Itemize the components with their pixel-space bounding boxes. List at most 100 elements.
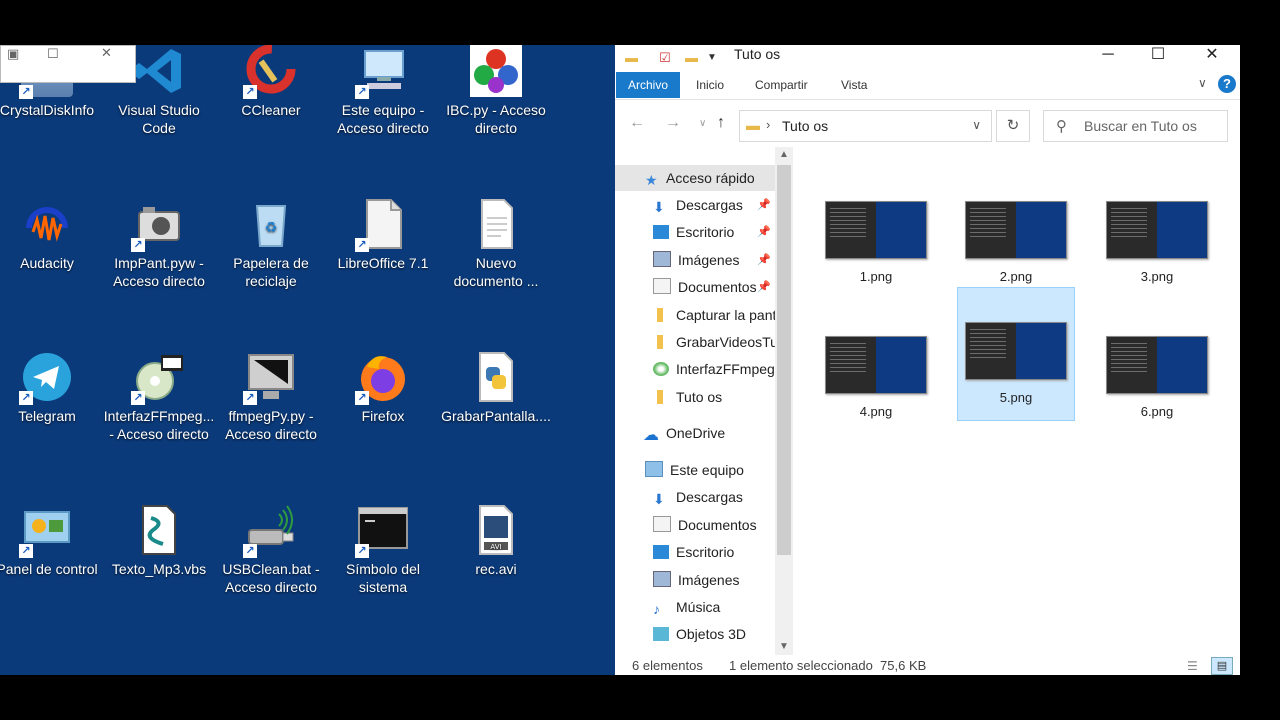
desktop-icon-ccleaner[interactable]: ↗ CCleaner [215,45,327,119]
desktop-icon-simbolo-sistema[interactable]: ↗ Símbolo del sistema [327,504,439,596]
desktop-folder-icon [653,545,669,559]
desktop-icon-nuevo-documento[interactable]: Nuevo documento ... [440,198,552,290]
pin-icon: 📌 [757,281,771,293]
expand-ribbon-icon[interactable]: ∨ [1198,76,1207,90]
scroll-down-icon[interactable]: ▼ [775,639,793,655]
desktop-icon-papelera[interactable]: ♻ Papelera de reciclaje [215,198,327,290]
file-item[interactable]: 6.png [1098,322,1216,454]
desktop-icon-ibc[interactable]: IBC.py - Acceso directo [440,45,552,137]
nav-grabarvideos[interactable]: GrabarVideosTut [615,329,775,355]
nav-pc-imagenes[interactable]: Imágenes [615,567,775,593]
minimize-button[interactable]: ─ [1082,45,1134,71]
ribbon: Archivo Inicio Compartir Vista ∨ ? [615,71,1240,100]
nav-imagenes[interactable]: Imágenes 📌 [615,247,775,273]
nav-acceso-rapido[interactable]: ★ Acceso rápido [615,165,775,191]
file-name: 6.png [1140,404,1174,419]
address-dropdown-icon[interactable]: ∨ [972,118,981,132]
tab-vista[interactable]: Vista [829,72,879,98]
desktop-icon-ffmpegpy[interactable]: ↗ ffmpegPy.py - Acceso directo [215,351,327,443]
nav-label: Documentos [678,279,757,295]
address-bar[interactable]: ▬ › Tuto os ∨ [739,110,992,142]
minimized-window-fragment[interactable]: ▣ ☐ ✕ [0,45,136,83]
status-selection: 1 elemento seleccionado 75,6 KB [729,658,927,673]
tab-compartir[interactable]: Compartir [743,72,820,98]
nav-pc-escritorio[interactable]: Escritorio [615,539,775,565]
shortcut-arrow-icon: ↗ [19,544,33,558]
refresh-button[interactable]: ↻ [996,110,1030,142]
quick-access-dropdown-icon[interactable]: ▼ [707,52,717,63]
desktop-icon-rec-avi[interactable]: AVI rec.avi [440,504,552,578]
close-icon[interactable]: ✕ [101,45,112,61]
image-thumbnail [965,322,1067,380]
up-icon[interactable]: ↑ [717,114,725,132]
maximize-icon[interactable]: ☐ [47,46,59,62]
tab-inicio[interactable]: Inicio [684,72,736,98]
nav-pc-musica[interactable]: ♪ Música [615,594,775,620]
search-icon: ⚲ [1056,118,1067,135]
nav-pc-objetos3d[interactable]: Objetos 3D [615,621,775,647]
file-item[interactable]: 3.png [1098,187,1216,319]
search-input[interactable] [1082,117,1226,135]
close-button[interactable]: ✕ [1186,45,1238,71]
desktop-icon-label: Texto_Mp3.vbs [111,561,207,577]
nav-pc-documentos[interactable]: Documentos [615,512,775,538]
nav-onedrive[interactable]: ☁ OneDrive [615,420,775,446]
new-folder-icon[interactable]: ▬ [685,50,698,65]
help-icon[interactable]: ? [1218,75,1236,93]
nav-documentos[interactable]: Documentos 📌 [615,274,775,300]
nav-este-equipo[interactable]: Este equipo [615,457,775,483]
tab-archivo[interactable]: Archivo [616,72,681,98]
pictures-icon [653,571,671,587]
file-item[interactable]: 4.png [817,322,935,454]
desktop-icon-label: Telegram [18,408,76,424]
pin-icon: 📌 [757,199,771,211]
desktop-icon-label: CrystalDiskInfo [0,102,95,118]
desktop-icon-grabarpantalla[interactable]: GrabarPantalla.... [440,351,552,425]
scroll-thumb[interactable] [777,165,791,555]
back-icon[interactable]: ← [629,114,645,132]
desktop: ↗ CrystalDiskInfo Visual Studio Code ↗ C… [0,45,615,675]
desktop-icon-imppant[interactable]: ↗ ImpPant.pyw - Acceso directo [103,198,215,290]
forward-icon[interactable]: → [665,114,681,132]
desktop-icon-firefox[interactable]: ↗ Firefox [327,351,439,425]
search-box[interactable]: ⚲ [1043,110,1228,142]
terminal-icon: ↗ [355,504,409,558]
nav-label: Escritorio [676,224,735,240]
recent-dropdown-icon[interactable]: ∨ [699,118,706,129]
desktop-icon-panel-de-control[interactable]: ↗ Panel de control [0,504,103,578]
shortcut-arrow-icon: ↗ [243,544,257,558]
maximize-button[interactable]: ☐ [1132,45,1184,71]
desktop-icon-usbclean[interactable]: ↗ USBClean.bat - Acceso directo [215,504,327,596]
desktop-icon-label: Firefox [361,408,405,424]
nav-tuto-os[interactable]: Tuto os [615,384,775,410]
nav-label: OneDrive [666,425,726,441]
nav-pc-descargas[interactable]: ⬇ Descargas [615,484,775,510]
desktop-icon-label: Nuevo documento ... [453,255,539,289]
details-view-icon[interactable]: ☰ [1187,659,1198,673]
file-item[interactable]: 1.png [817,187,935,319]
python-file-icon [470,351,522,403]
nav-label: Escritorio [676,544,735,560]
nav-scrollbar[interactable]: ▲ ▼ [775,147,793,655]
desktop-icon-este-equipo[interactable]: ↗ Este equipo - Acceso directo [327,45,439,137]
nav-label: Acceso rápido [666,170,755,186]
file-item-selected[interactable]: 5.png [957,287,1075,421]
scroll-up-icon[interactable]: ▲ [775,147,793,163]
breadcrumb-chevron-icon: › [766,117,771,132]
desktop-icon-interfazffmpeg[interactable]: ↗ InterfazFFmpeg... - Acceso directo [103,351,215,443]
desktop-icon-libreoffice[interactable]: ↗ LibreOffice 7.1 [327,198,439,272]
nav-descargas[interactable]: ⬇ Descargas 📌 [615,192,775,218]
image-thumbnail [825,201,927,259]
nav-capturar[interactable]: Capturar la panta [615,302,775,328]
desktop-icon-texto-mp3[interactable]: Texto_Mp3.vbs [103,504,215,578]
nav-label: Imágenes [678,252,740,268]
large-icons-view-icon[interactable]: ▤ [1211,657,1233,675]
properties-icon[interactable]: ☑ [659,50,671,66]
desktop-icon-telegram[interactable]: ↗ Telegram [0,351,103,425]
documents-icon [653,516,671,532]
colored-balls-icon [470,45,522,97]
nav-interfazffmpeg[interactable]: InterfazFFmpegF [615,356,775,382]
audacity-icon [21,198,73,250]
desktop-icon-audacity[interactable]: Audacity [0,198,103,272]
nav-escritorio[interactable]: Escritorio 📌 [615,219,775,245]
